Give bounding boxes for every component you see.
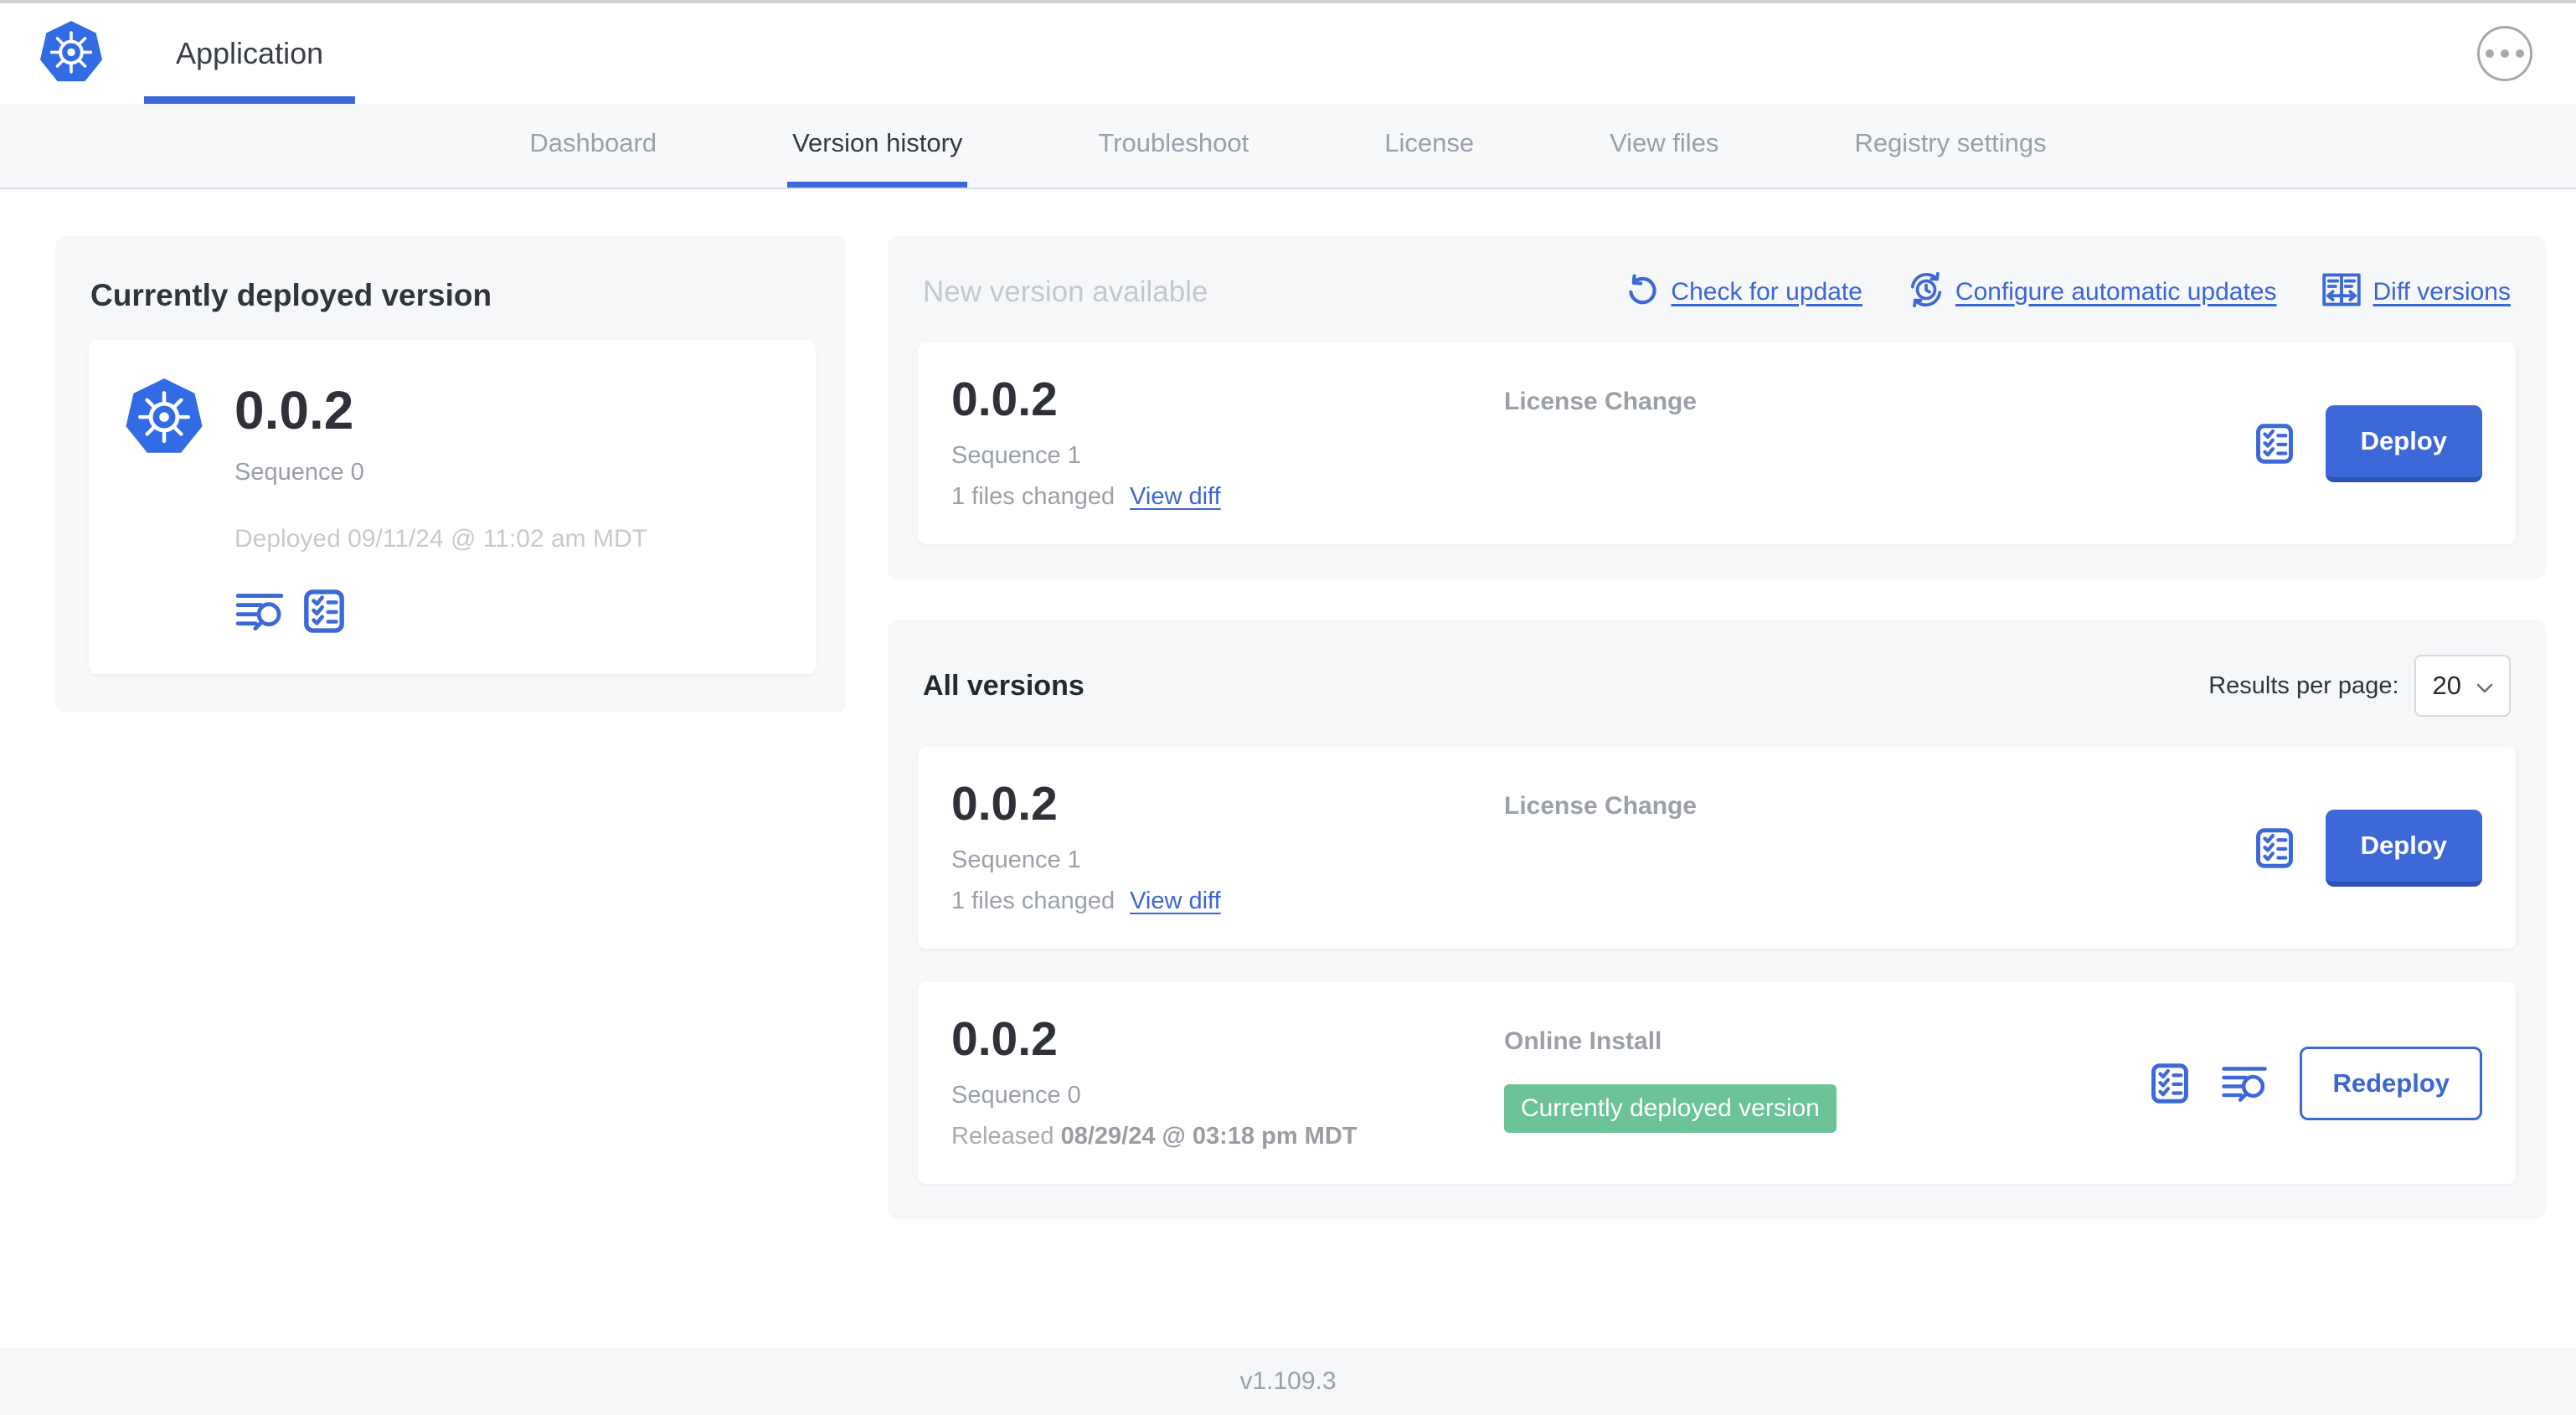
configure-automatic-updates-link[interactable]: Configure automatic updates <box>1908 271 2277 312</box>
app-tab-label: Application <box>176 36 324 70</box>
preflight-checks-icon[interactable] <box>2255 827 2294 869</box>
version-number: 0.0.2 <box>951 373 1058 426</box>
version-sequence: Sequence 0 <box>951 1082 1081 1109</box>
check-for-update-link[interactable]: Check for update <box>1625 272 1862 311</box>
all-versions-title: All versions <box>923 669 1084 702</box>
ellipsis-menu-icon[interactable] <box>2477 26 2532 81</box>
version-sequence: Sequence 1 <box>951 442 1081 469</box>
check-for-update-label[interactable]: Check for update <box>1671 278 1862 306</box>
new-version-panel: New version available Check for update C… <box>888 236 2546 579</box>
configure-automatic-updates-label[interactable]: Configure automatic updates <box>1955 278 2277 306</box>
chevron-down-icon <box>2476 671 2494 701</box>
diff-versions-label[interactable]: Diff versions <box>2372 278 2511 306</box>
tab-version-history[interactable]: Version history <box>787 104 968 188</box>
footer: v1.109.3 <box>0 1348 2576 1415</box>
currently-deployed-badge: Currently deployed version <box>1504 1084 1837 1133</box>
results-per-page-select[interactable]: 20 <box>2414 655 2511 717</box>
configure-updates-icon <box>1908 271 1945 312</box>
currently-deployed-card: 0.0.2 Sequence 0 Deployed 09/11/24 @ 11:… <box>89 340 816 674</box>
deploy-logs-icon[interactable] <box>234 591 285 631</box>
results-per-page-label: Results per page: <box>2208 671 2399 699</box>
kubernetes-logo <box>124 377 204 634</box>
console-version: v1.109.3 <box>1239 1367 1337 1395</box>
results-per-page-value: 20 <box>2432 671 2461 700</box>
new-version-title: New version available <box>923 275 1208 308</box>
preflight-checks-icon[interactable] <box>2151 1063 2189 1104</box>
diff-versions-icon <box>2321 272 2362 311</box>
app-tab-application[interactable]: Application <box>144 3 356 104</box>
version-source-label: License Change <box>1504 388 1698 415</box>
deploy-logs-icon[interactable] <box>2221 1064 2268 1103</box>
version-row-sequence-1: 0.0.2 Sequence 1 1 files changed View di… <box>918 747 2516 949</box>
files-changed-label: 1 files changed <box>951 483 1115 510</box>
redeploy-button[interactable]: Redeploy <box>2300 1046 2482 1120</box>
released-prefix: Released <box>951 1123 1061 1150</box>
deploy-button[interactable]: Deploy <box>2325 404 2482 482</box>
new-version-row: 0.0.2 Sequence 1 1 files changed View di… <box>918 342 2516 544</box>
view-diff-link[interactable]: View diff <box>1130 888 1221 915</box>
version-source-label: Online Install <box>1504 1027 1662 1055</box>
diff-versions-link[interactable]: Diff versions <box>2321 272 2511 311</box>
kubernetes-logo <box>39 19 104 88</box>
all-versions-panel: All versions Results per page: 20 0.0.2 … <box>888 620 2546 1219</box>
currently-deployed-title: Currently deployed version <box>90 278 492 312</box>
current-deployed-timestamp: Deployed 09/11/24 @ 11:02 am MDT <box>234 525 647 553</box>
version-source-label: License Change <box>1504 792 1698 820</box>
current-version-number: 0.0.2 <box>234 380 354 440</box>
app-tab-active-underline <box>144 96 356 104</box>
view-diff-link[interactable]: View diff <box>1130 483 1221 511</box>
tab-registry-settings[interactable]: Registry settings <box>1849 104 2051 188</box>
app-bar: Application <box>0 3 2576 104</box>
page-tabs: Dashboard Version history Troubleshoot L… <box>0 104 2576 189</box>
version-released-timestamp: Released 08/29/24 @ 03:18 pm MDT <box>951 1123 1504 1150</box>
tab-dashboard[interactable]: Dashboard <box>524 104 662 188</box>
preflight-checks-icon[interactable] <box>303 589 345 634</box>
version-row-sequence-0: 0.0.2 Sequence 0 Released 08/29/24 @ 03:… <box>918 982 2516 1184</box>
version-number: 0.0.2 <box>951 777 1058 831</box>
current-sequence: Sequence 0 <box>234 459 364 486</box>
tab-license[interactable]: License <box>1379 104 1479 188</box>
preflight-checks-icon[interactable] <box>2255 423 2294 465</box>
main-content: Currently deployed version 0.0.2 Sequenc… <box>0 189 2576 1348</box>
tab-view-files[interactable]: View files <box>1605 104 1723 188</box>
version-sequence: Sequence 1 <box>951 846 1081 873</box>
tab-troubleshoot[interactable]: Troubleshoot <box>1093 104 1254 188</box>
deploy-button[interactable]: Deploy <box>2325 809 2482 887</box>
currently-deployed-panel: Currently deployed version 0.0.2 Sequenc… <box>55 236 846 713</box>
released-date: 08/29/24 @ 03:18 pm MDT <box>1060 1123 1358 1150</box>
check-for-update-icon <box>1625 272 1660 311</box>
version-number: 0.0.2 <box>951 1012 1058 1066</box>
files-changed-label: 1 files changed <box>951 888 1115 914</box>
